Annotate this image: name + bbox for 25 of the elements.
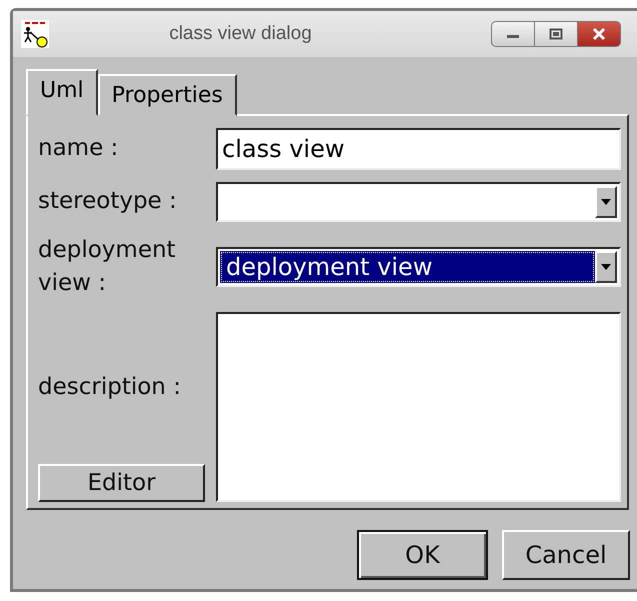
tab[interactable]: Properties — [98, 74, 237, 116]
dropdown-value: deployment view — [220, 251, 595, 283]
app-icon — [21, 20, 49, 48]
dropdown-field[interactable] — [216, 182, 621, 222]
field-label: stereotype : — [38, 187, 178, 216]
maximize-icon — [549, 28, 563, 40]
window-title: class view dialog — [168, 22, 313, 46]
dropdown-button[interactable] — [595, 251, 617, 283]
dialog-button[interactable]: Cancel — [502, 530, 630, 580]
caret-icon — [601, 264, 611, 270]
dropdown-field[interactable]: deployment view — [216, 247, 621, 287]
close-icon — [592, 27, 606, 41]
description-field[interactable] — [216, 312, 621, 502]
field-label: deployment view : — [38, 236, 177, 298]
caret-icon — [601, 199, 611, 205]
minimize-button[interactable] — [491, 21, 535, 47]
field-label: description : — [38, 373, 182, 402]
close-button[interactable] — [577, 21, 621, 47]
text-field[interactable]: class view — [216, 128, 621, 170]
field-label: name : — [38, 134, 120, 164]
dialog-button[interactable]: OK — [357, 530, 488, 580]
maximize-button[interactable] — [534, 21, 578, 47]
tab[interactable]: Uml — [26, 69, 98, 116]
dropdown-button[interactable] — [595, 186, 617, 218]
editor-button[interactable]: Editor — [38, 464, 205, 502]
